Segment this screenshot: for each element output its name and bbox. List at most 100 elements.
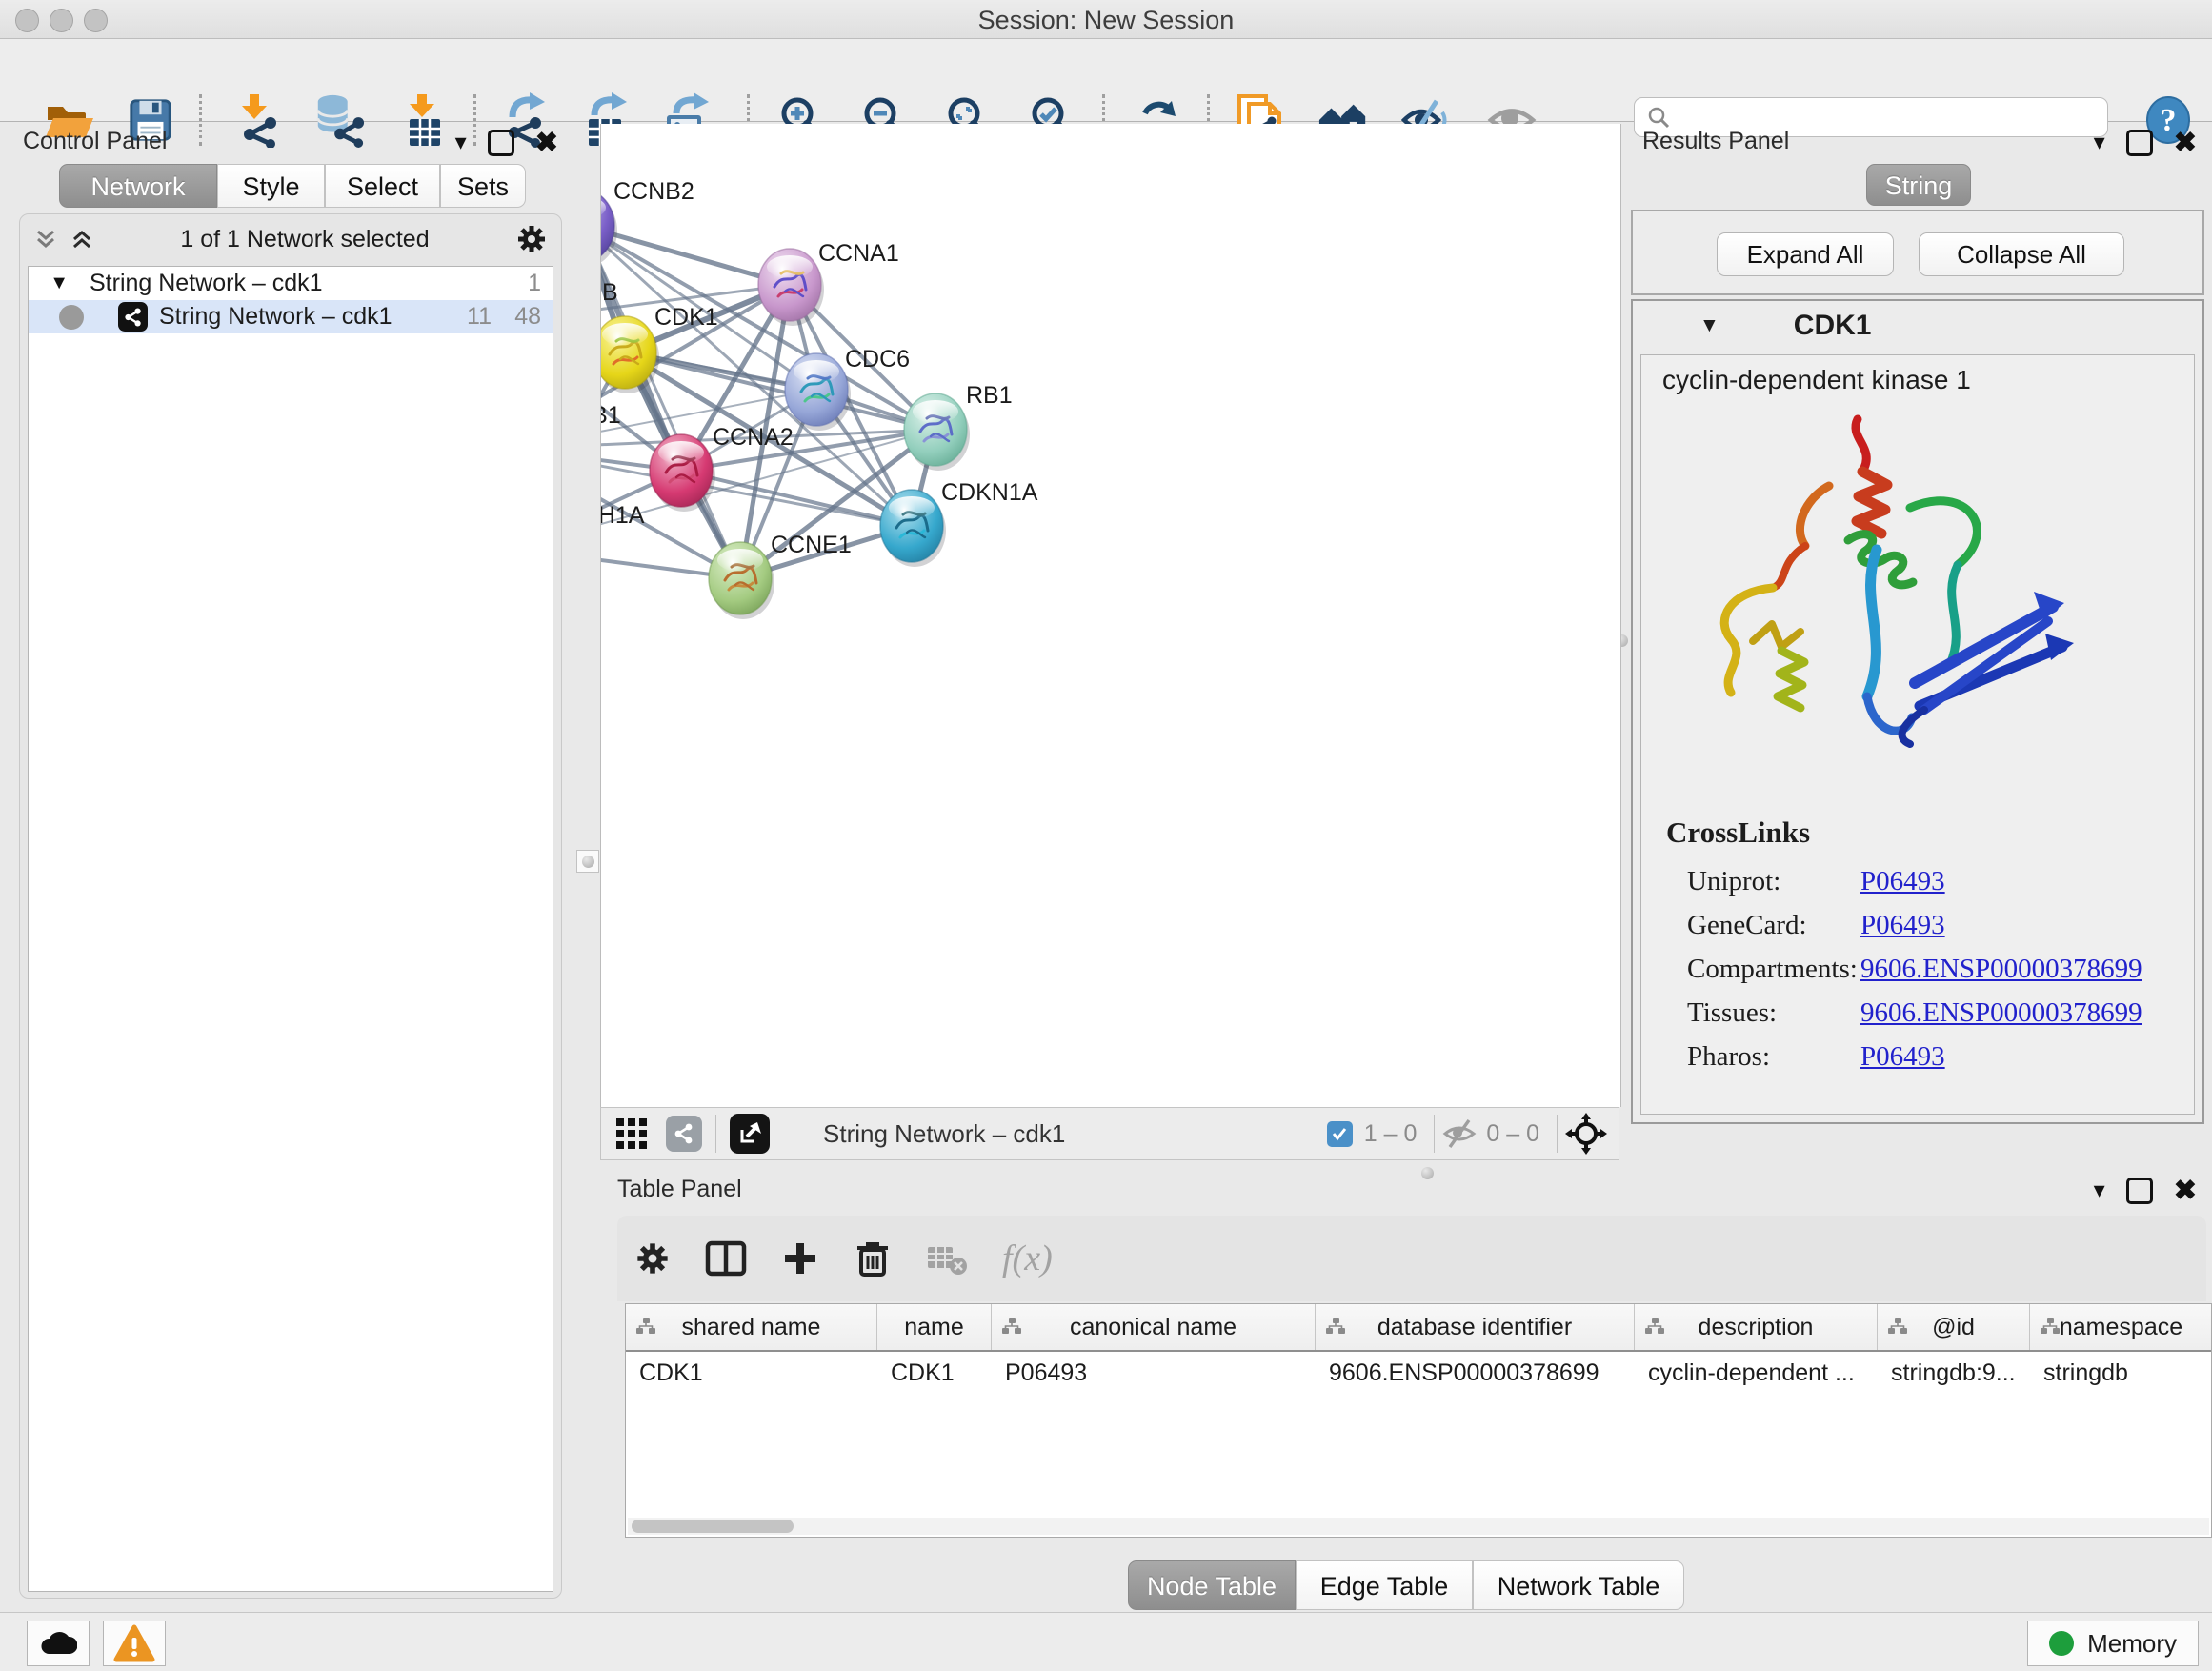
node-label-CDK1: CDK1 (654, 304, 718, 331)
show-columns-icon[interactable] (705, 1239, 747, 1278)
close-panel-icon[interactable]: ✖ (535, 131, 558, 154)
tab-edge-table[interactable]: Edge Table (1296, 1560, 1473, 1610)
column-header-database-identifier[interactable]: database identifier (1316, 1304, 1635, 1350)
column-header--id[interactable]: @id (1878, 1304, 2030, 1350)
network-options-gear-icon[interactable] (515, 223, 548, 255)
tab-select[interactable]: Select (325, 164, 440, 208)
crosslink-label: Pharos: (1687, 1041, 1860, 1073)
column-header-canonical-name[interactable]: canonical name (992, 1304, 1316, 1350)
tab-network[interactable]: Network (59, 164, 217, 208)
network-tree: ▼ String Network – cdk1 1 String Network… (28, 266, 553, 1592)
network-label: String Network – cdk1 (159, 303, 442, 331)
scrollbar-thumb[interactable] (632, 1520, 794, 1533)
application-window: Session: New Session (0, 0, 2212, 1671)
results-buttons-box: Expand All Collapse All (1631, 210, 2204, 295)
crosslink-label: Uniprot: (1687, 866, 1860, 897)
table-cell[interactable]: stringdb:9... (1878, 1359, 2030, 1387)
network-row-selected[interactable]: String Network – cdk1 11 48 (29, 300, 553, 333)
tab-network-table[interactable]: Network Table (1473, 1560, 1684, 1610)
node-label-CCNB1: CCNB1 (601, 402, 621, 429)
network-node-CDK1[interactable] (601, 316, 659, 393)
memory-button[interactable]: Memory (2027, 1621, 2199, 1666)
network-collection-row[interactable]: ▼ String Network – cdk1 1 (29, 267, 553, 300)
table-tabs: Node TableEdge TableNetwork Table (600, 1560, 2212, 1610)
network-view-title: String Network – cdk1 (823, 1119, 1065, 1149)
add-column-icon[interactable] (781, 1239, 819, 1278)
table-panel: Table Panel ▾ ✖ f(x) shared namenamecano… (600, 1174, 2212, 1606)
network-view-icon[interactable] (666, 1116, 702, 1152)
node-label-CCNB2: CCNB2 (613, 178, 694, 205)
column-header-name[interactable]: name (877, 1304, 992, 1350)
network-node-CCNA1[interactable] (758, 249, 824, 326)
cloud-button[interactable] (27, 1621, 90, 1666)
expand-all-button[interactable]: Expand All (1717, 232, 1894, 276)
close-panel-icon[interactable]: ✖ (2174, 1179, 2197, 1202)
left-splitter-handle[interactable] (576, 850, 599, 873)
warning-button[interactable] (103, 1621, 166, 1666)
column-header-namespace[interactable]: namespace (2030, 1304, 2212, 1350)
panel-menu-icon[interactable]: ▾ (2094, 1179, 2105, 1202)
network-icon (118, 302, 148, 332)
table-header-row: shared namenamecanonical namedatabase id… (626, 1304, 2211, 1352)
memory-label: Memory (2087, 1629, 2177, 1659)
table-cell[interactable]: 9606.ENSP00000378699 (1316, 1359, 1635, 1387)
table-options-gear-icon[interactable] (634, 1240, 671, 1277)
node-label-RB1: RB1 (966, 382, 1013, 409)
float-panel-icon[interactable] (2126, 1178, 2153, 1204)
tab-style[interactable]: Style (217, 164, 325, 208)
collection-expander-icon[interactable]: ▼ (29, 272, 69, 294)
delete-column-icon[interactable] (854, 1238, 892, 1278)
close-panel-icon[interactable]: ✖ (2174, 131, 2197, 154)
column-header-shared-name[interactable]: shared name (626, 1304, 877, 1350)
horizontal-scrollbar[interactable] (628, 1518, 2209, 1535)
edge-count: 48 (492, 303, 541, 331)
node-label-CDKN1A: CDKN1A (941, 479, 1038, 506)
warning-icon (113, 1624, 155, 1662)
collapse-all-button[interactable]: Collapse All (1919, 232, 2124, 276)
delete-table-icon (926, 1241, 968, 1276)
column-header-description[interactable]: description (1635, 1304, 1878, 1350)
network-node-CDKN1A[interactable] (880, 490, 946, 567)
table-panel-title: Table Panel (617, 1176, 742, 1203)
crosslink-label: GeneCard: (1687, 910, 1860, 941)
tab-node-table[interactable]: Node Table (1128, 1560, 1296, 1610)
crosslink-link[interactable]: P06493 (1860, 1041, 1945, 1073)
expand-all-chevrons-icon[interactable] (70, 227, 94, 252)
crosslink-link[interactable]: P06493 (1860, 866, 1945, 897)
tab-sets[interactable]: Sets (440, 164, 526, 208)
float-panel-icon[interactable] (488, 130, 514, 156)
status-bar: Memory (0, 1612, 2212, 1671)
control-panel-title: Control Panel (23, 128, 167, 155)
node-label-CCNE1: CCNE1 (771, 532, 852, 558)
entry-expander-icon[interactable]: ▼ (1699, 314, 1719, 337)
table-row[interactable]: CDK1CDK1P064939606.ENSP00000378699cyclin… (626, 1352, 2211, 1394)
crosslink-label: Compartments: (1687, 954, 1860, 985)
crosslink-link[interactable]: P06493 (1860, 910, 1945, 941)
crosslink-label: Tissues: (1687, 997, 1860, 1029)
network-graph[interactable]: CCNB2CCNA1CDC25BCDK1CDC6RB1CCNB1CCNA2CDK… (601, 124, 1620, 1107)
table-cell[interactable]: CDK1 (626, 1359, 877, 1387)
detach-view-icon[interactable] (730, 1114, 770, 1154)
crosslink-link[interactable]: 9606.ENSP00000378699 (1860, 954, 2142, 985)
collection-count: 1 (492, 270, 541, 297)
network-canvas[interactable]: CCNB2CCNA1CDC25BCDK1CDC6RB1CCNB1CCNA2CDK… (600, 124, 1621, 1107)
network-node-CCNA2[interactable] (650, 434, 715, 512)
selected-checkbox-icon[interactable] (1327, 1121, 1353, 1147)
network-node-RB1[interactable] (904, 393, 970, 471)
network-node-CCNE1[interactable] (709, 542, 774, 619)
panel-menu-icon[interactable]: ▾ (455, 131, 467, 154)
crosslink-link[interactable]: 9606.ENSP00000378699 (1860, 997, 2142, 1029)
entry-gene-name: CDK1 (1794, 310, 1872, 342)
collapse-all-chevrons-icon[interactable] (33, 227, 58, 252)
grid-view-icon[interactable] (614, 1117, 649, 1151)
float-panel-icon[interactable] (2126, 130, 2153, 156)
table-cell[interactable]: CDK1 (877, 1359, 992, 1387)
table-cell[interactable]: stringdb (2030, 1359, 2212, 1387)
table-cell[interactable]: cyclin-dependent ... (1635, 1359, 1878, 1387)
network-view-toolbar: String Network – cdk1 1 – 0 0 – 0 (600, 1107, 1619, 1160)
table-cell[interactable]: P06493 (992, 1359, 1316, 1387)
tab-string[interactable]: String (1866, 164, 1971, 206)
birds-eye-view-icon[interactable] (1565, 1113, 1607, 1155)
panel-menu-icon[interactable]: ▾ (2094, 131, 2105, 154)
window-title: Session: New Session (0, 6, 2212, 35)
